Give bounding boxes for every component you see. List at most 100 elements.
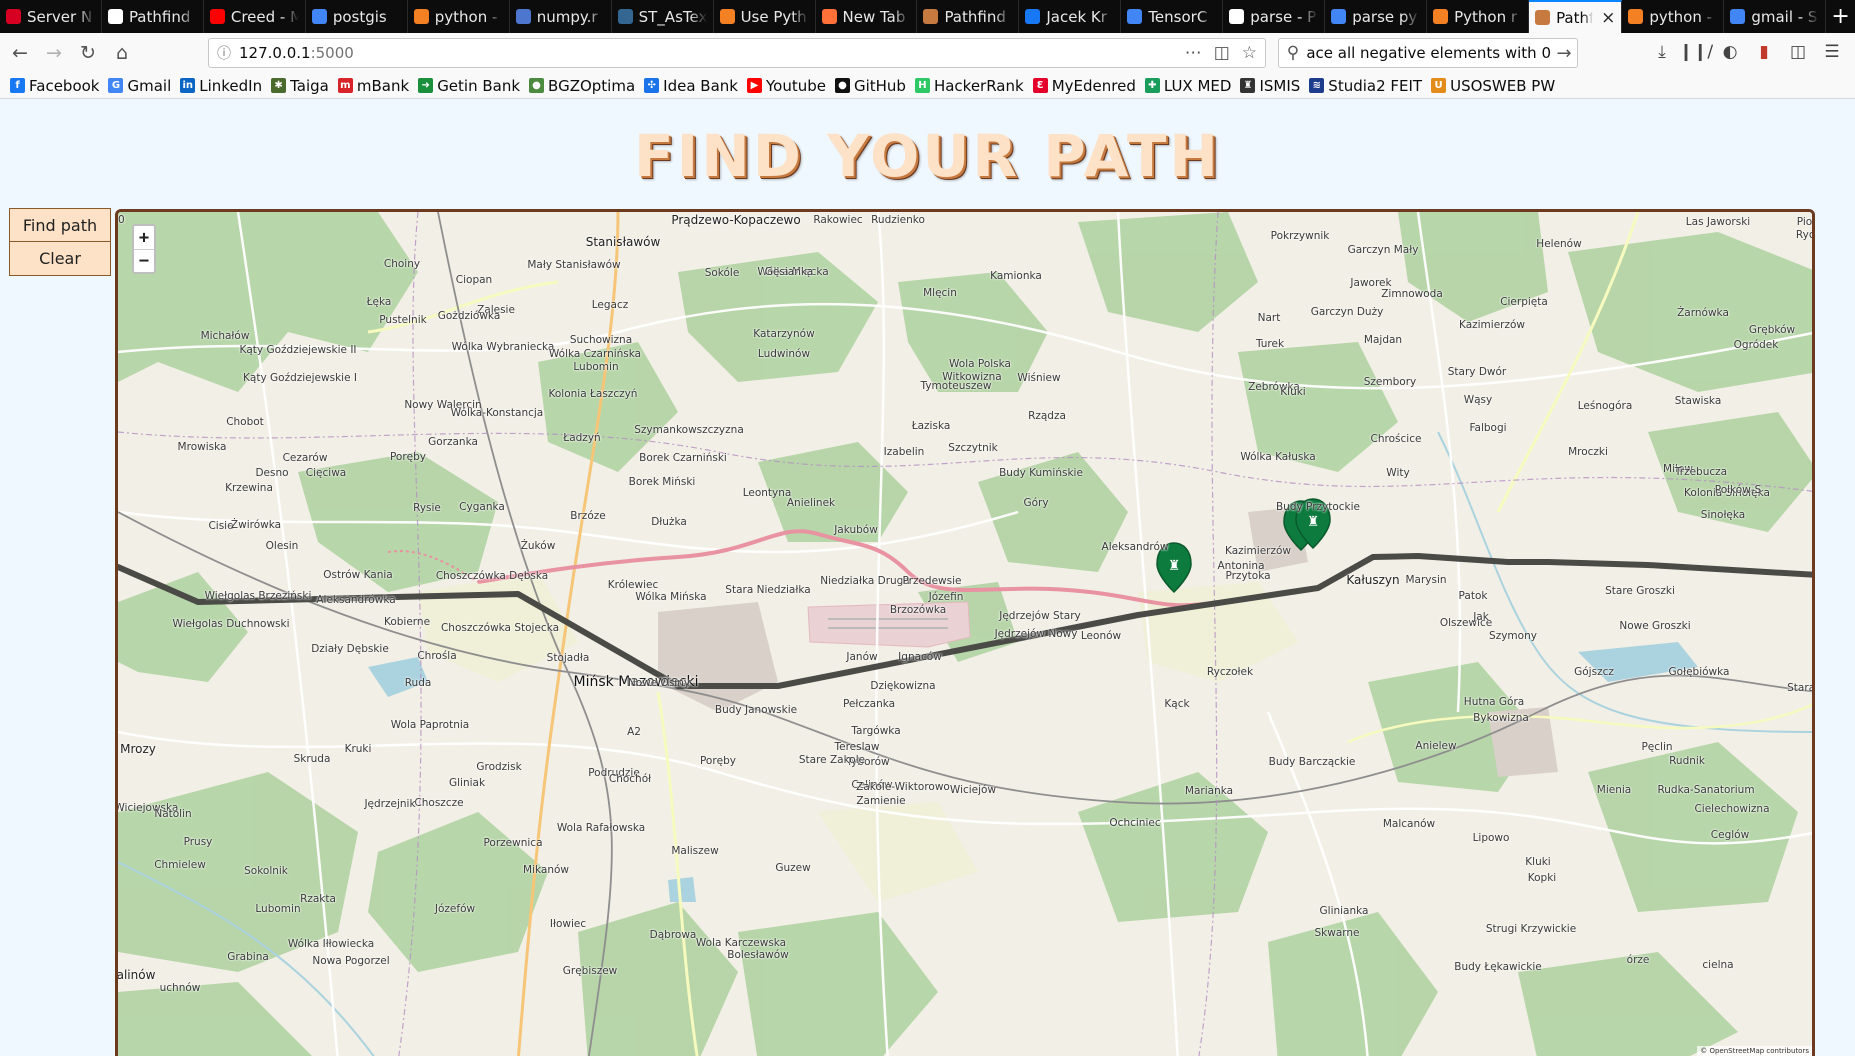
place-label: Stare Groszki — [1605, 585, 1675, 597]
place-label: Chmielew — [154, 859, 206, 871]
tab-1[interactable]: Pathfind — [102, 0, 204, 33]
place-label: Kluki — [1280, 386, 1306, 398]
tab-16[interactable]: python - — [1622, 0, 1725, 33]
place-label: Chobot — [226, 416, 264, 428]
place-label: Rakowiec — [813, 214, 863, 226]
facebook-icon: f — [10, 78, 25, 93]
bookmark-6[interactable]: ● BGZOptima — [529, 77, 635, 95]
place-label: Zimnowoda — [1381, 288, 1443, 300]
downloads-icon[interactable]: ⤓ — [1649, 39, 1675, 65]
place-label: Leonów — [1080, 630, 1122, 642]
place-label: Rudnik — [1669, 755, 1705, 767]
bookmark-label: HackerRank — [933, 76, 1024, 95]
place-label: Przytoka — [1225, 570, 1271, 582]
bookmark-15[interactable]: U USOSWEB PW — [1431, 77, 1555, 95]
tab-14[interactable]: Python r — [1427, 0, 1530, 33]
place-label: Brzozówka — [889, 604, 947, 616]
tab-5[interactable]: numpy.r — [510, 0, 612, 33]
bookmark-13[interactable]: ♜ ISMIS — [1240, 77, 1300, 95]
numpy-icon — [515, 9, 531, 24]
place-label: Jakubów — [834, 524, 878, 536]
tab-4[interactable]: python - — [408, 0, 510, 33]
place-label: Patok — [1458, 590, 1488, 602]
tab-3[interactable]: postgis — [306, 0, 408, 33]
red-circle-icon — [6, 9, 21, 24]
bookmark-star-icon[interactable]: ☆ — [1242, 43, 1257, 63]
map-attribution[interactable]: © OpenStreetMap contributors — [1697, 1046, 1812, 1056]
place-label: Rycz — [1795, 229, 1815, 241]
place-label: Ostrów Kania — [323, 569, 393, 581]
google-icon — [1127, 9, 1143, 24]
zoom-in-button[interactable]: + — [134, 226, 154, 249]
bookmark-10[interactable]: H HackerRank — [914, 76, 1024, 95]
search-input[interactable]: replace all negative elements with 0 — [1307, 44, 1551, 62]
place-label: Żuków — [520, 540, 556, 552]
tab-6[interactable]: ST_AsText — [612, 0, 714, 33]
place-label: Stara Niedziałka — [725, 584, 811, 596]
place-label: Borek Miński — [628, 476, 696, 488]
bookmark-12[interactable]: ✚ LUX MED — [1144, 77, 1231, 95]
bookmark-3[interactable]: ✱ Taiga — [271, 77, 329, 95]
bookmark-14[interactable]: ≋ Studia2 FEIT — [1309, 77, 1422, 95]
place-label: Guzew — [775, 862, 811, 874]
tab-15[interactable]: Pathf × — [1529, 0, 1623, 33]
bookmark-4[interactable]: m mBank — [337, 77, 409, 95]
zoom-out-button[interactable]: − — [134, 249, 154, 272]
place-label: Żarnówka — [1677, 307, 1729, 319]
place-label: Sokóle — [704, 267, 740, 279]
tab-7[interactable]: Use Pyth — [714, 0, 816, 33]
tab-13[interactable]: parse py — [1325, 0, 1428, 33]
place-label: Kazimierzów — [1224, 545, 1292, 557]
place-label: Łaziska — [911, 420, 951, 432]
tab-9[interactable]: Pathfind — [917, 0, 1020, 33]
search-go-arrow-icon[interactable]: → — [1551, 43, 1577, 64]
page-actions-icon[interactable]: ⋯ — [1185, 43, 1202, 63]
url-bar[interactable]: ⓘ 127.0.0.1:5000 ⋯ ◫ ☆ — [208, 38, 1266, 68]
place-label: Leontyna — [742, 487, 792, 499]
bookmark-11[interactable]: Ɛ MyEdenred — [1032, 77, 1136, 95]
bookmark-5[interactable]: ➜ Getin Bank — [418, 77, 520, 95]
extension-icon[interactable]: ▮ — [1751, 39, 1777, 65]
sync-icon[interactable]: ◐ — [1717, 39, 1743, 65]
forward-arrow-icon[interactable]: → — [40, 39, 68, 67]
navigation-toolbar: ← → ↻ ⌂ ⓘ 127.0.0.1:5000 ⋯ ◫ ☆ ⚲ replace… — [0, 33, 1855, 73]
hamburger-menu-icon[interactable]: ☰ — [1819, 39, 1845, 65]
place-label: Wola Paprotnia — [390, 719, 470, 731]
new-tab-button[interactable]: + — [1826, 0, 1855, 33]
tab-0[interactable]: Server N — [0, 0, 102, 33]
tab-12[interactable]: parse - P — [1223, 0, 1326, 33]
place-label: Kąck — [1164, 698, 1190, 710]
site-info-icon[interactable]: ⓘ — [209, 43, 239, 63]
bookmark-2[interactable]: in LinkedIn — [180, 77, 262, 95]
home-icon[interactable]: ⌂ — [108, 39, 136, 67]
close-tab-icon[interactable]: × — [1601, 8, 1615, 28]
tab-17[interactable]: gmail - S — [1724, 0, 1827, 33]
tab-2[interactable]: Creed - M — [204, 0, 306, 33]
back-arrow-icon[interactable]: ← — [6, 39, 34, 67]
bookmark-8[interactable]: ▶ Youtube — [746, 77, 826, 95]
tab-title: parse - P — [1250, 7, 1317, 26]
bookmark-7[interactable]: ✣ Idea Bank — [644, 77, 738, 95]
reload-icon[interactable]: ↻ — [74, 39, 102, 67]
bookmark-9[interactable]: ● GitHub — [834, 77, 906, 95]
place-label: Trzebucza — [1674, 466, 1728, 478]
tab-title: parse py — [1352, 7, 1418, 26]
clear-button[interactable]: Clear — [9, 242, 111, 276]
tab-8[interactable]: New Tab — [816, 0, 918, 33]
pocket-icon[interactable]: ◫ — [1214, 43, 1230, 63]
bookmark-1[interactable]: G Gmail — [108, 77, 171, 95]
place-label: Gęsianka — [764, 266, 814, 278]
place-label: Jędrzejów Stary — [999, 610, 1081, 622]
map-view[interactable]: ♜ ♜ ♜ Prądzewo-KopaczewoStanisławówRakow… — [115, 209, 1815, 1056]
bookmark-0[interactable]: f Facebook — [10, 77, 99, 95]
place-label: Rysie — [413, 502, 441, 514]
search-bar[interactable]: ⚲ replace all negative elements with 0 → — [1278, 38, 1578, 68]
tab-11[interactable]: TensorC — [1121, 0, 1224, 33]
sidebar-icon[interactable]: ◫ — [1785, 39, 1811, 65]
tab-title: New Tab — [842, 7, 906, 26]
find-path-button[interactable]: Find path — [9, 208, 111, 242]
library-icon[interactable]: ❙❙∕ — [1679, 39, 1713, 65]
place-label: Brzóze — [570, 510, 606, 522]
tab-10[interactable]: Jacek Kr — [1019, 0, 1122, 33]
stackoverflow-icon — [1628, 9, 1644, 24]
